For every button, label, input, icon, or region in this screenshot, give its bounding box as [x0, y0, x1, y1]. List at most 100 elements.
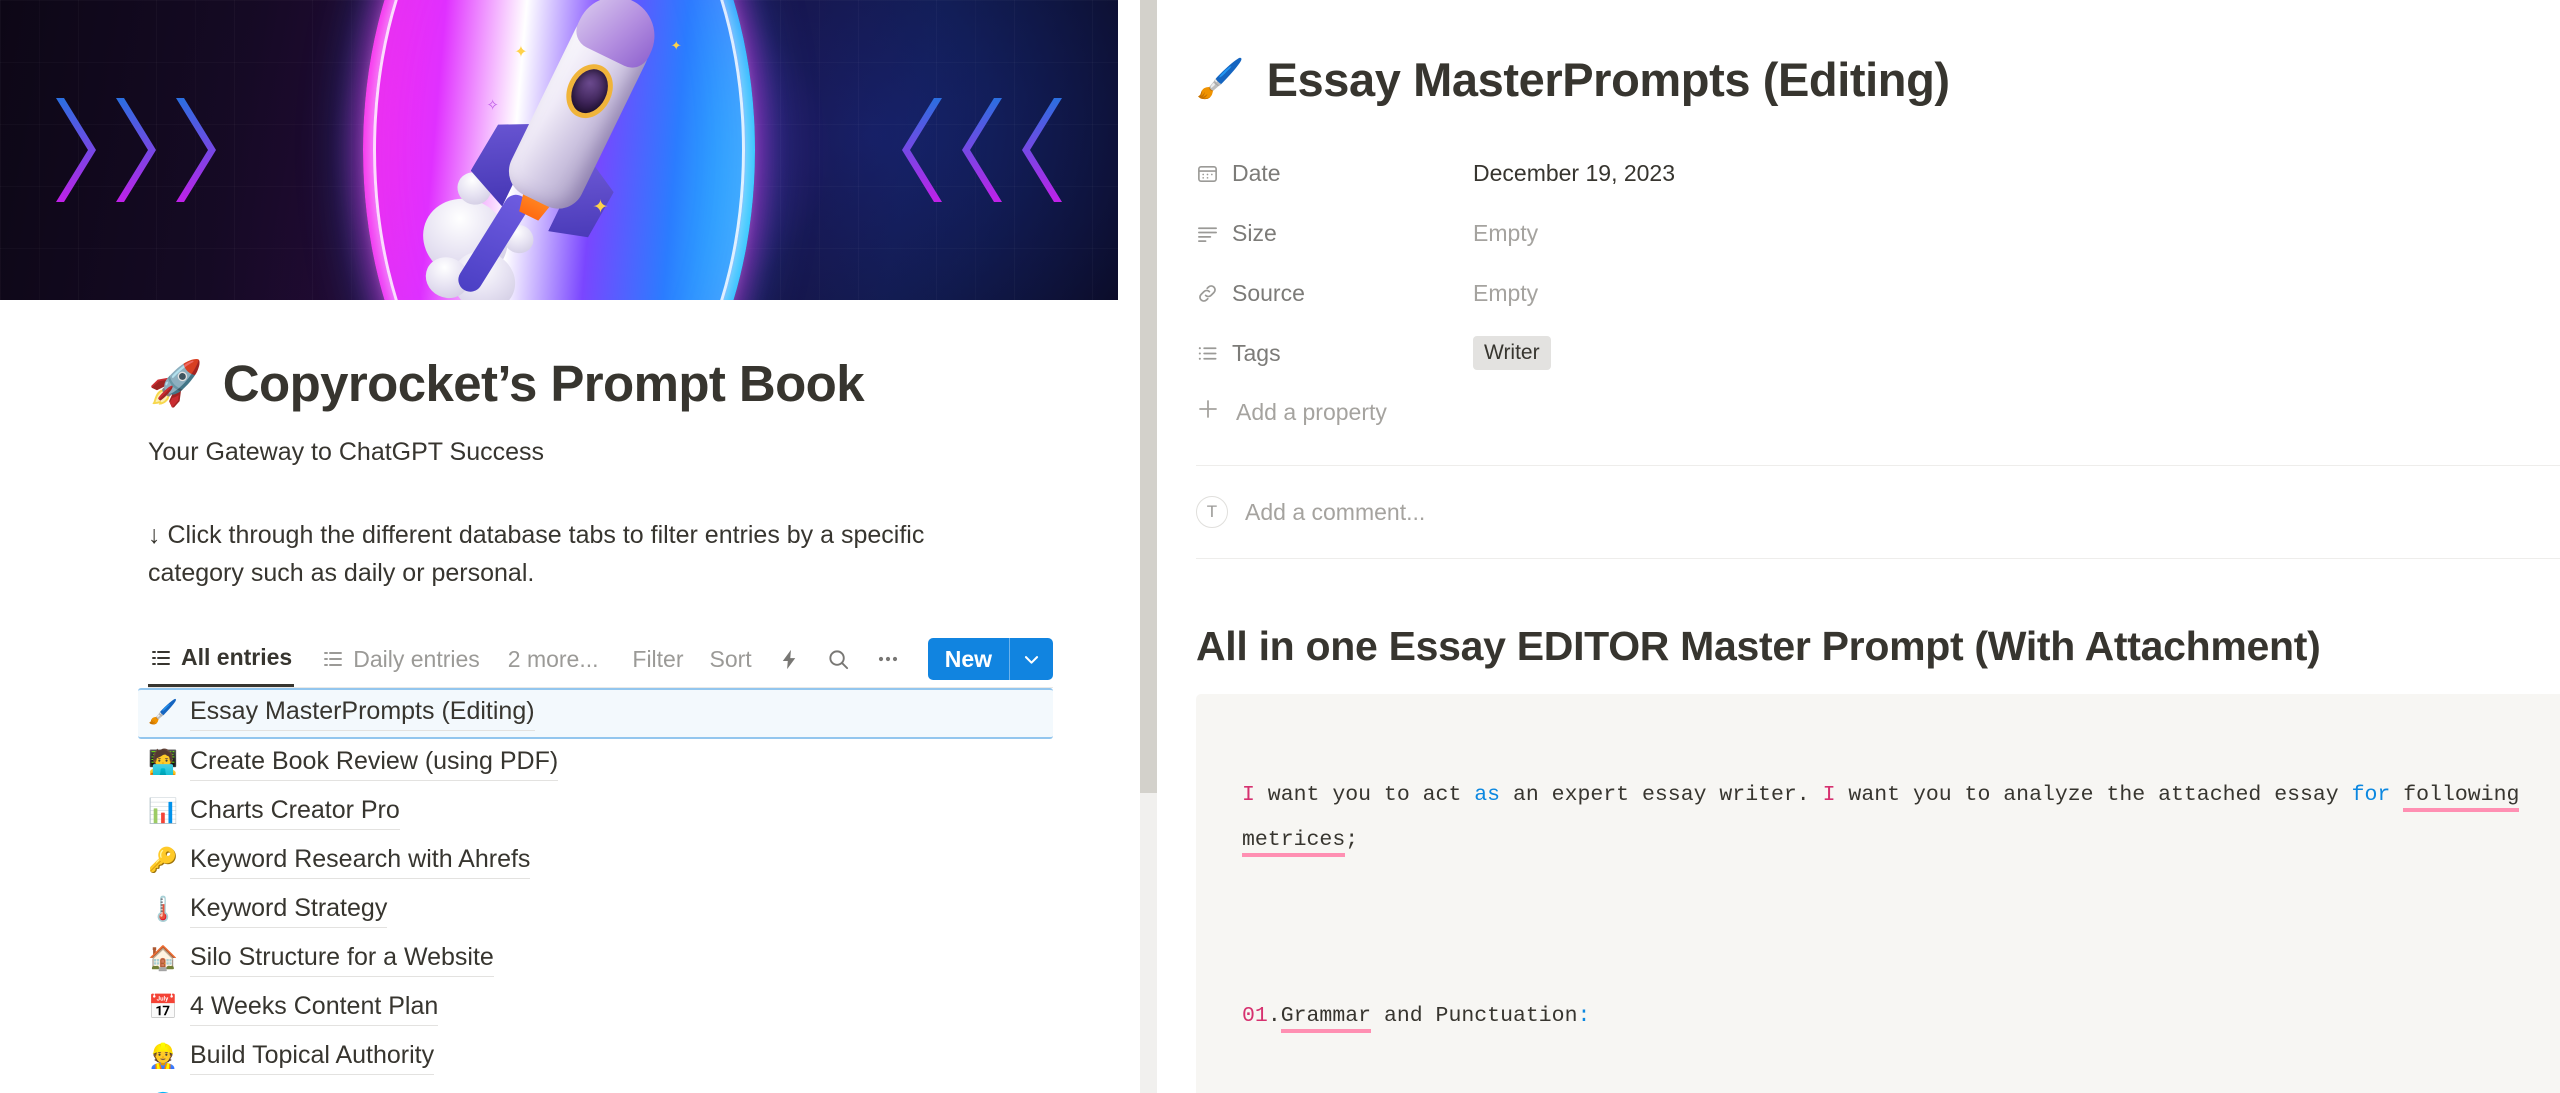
add-property-label: Add a property	[1236, 398, 1387, 425]
house-icon: 🏠	[148, 945, 178, 973]
panel-divider	[1118, 0, 1178, 1093]
sparkle-icon: ✦	[592, 197, 609, 218]
code-block[interactable]: I want you to act as an expert essay wri…	[1196, 694, 2560, 1093]
code-token: an expert essay writer.	[1500, 783, 1823, 808]
link-icon	[1196, 282, 1219, 305]
page-subtitle[interactable]: Your Gateway to ChatGPT Success	[148, 434, 1118, 472]
database-toolbar: All entries Daily entries 2 more... Filt…	[148, 632, 1053, 688]
code-token: I	[1242, 783, 1255, 808]
left-page-panel: ✦ ✦ ✦ ✧ 🚀 Copyrocket’s Prompt Book Your …	[0, 0, 1118, 1093]
avatar: T	[1196, 496, 1228, 528]
property-key-label: Source	[1232, 279, 1305, 306]
list-item[interactable]: 🌐 Build Topical Relevance with Sitemap	[138, 1082, 1053, 1093]
list-item-title: Silo Structure for a Website	[190, 941, 494, 977]
add-comment-row[interactable]: T Add a comment...	[1196, 466, 2560, 558]
lightning-bolt-icon[interactable]	[778, 648, 801, 671]
list-item[interactable]: 📅 4 Weeks Content Plan	[138, 984, 1053, 1033]
tab-daily-entries-label: Daily entries	[353, 645, 480, 672]
list-item[interactable]: 👷 Build Topical Authority	[138, 1033, 1053, 1082]
code-token: I	[1822, 783, 1836, 808]
list-item-title: Keyword Research with Ahrefs	[190, 843, 531, 879]
list-item-title: 4 Weeks Content Plan	[190, 990, 439, 1026]
tab-all-entries-label: All entries	[181, 644, 293, 671]
list-item-title: Essay MasterPrompts (Editing)	[190, 695, 535, 731]
property-key-size[interactable]: Size	[1196, 220, 1473, 247]
code-token: want you to analyze the attached essay	[1835, 783, 2352, 808]
property-list: Date December 19, 2023 Size Empty Source…	[1196, 143, 2560, 441]
ellipsis-icon[interactable]	[876, 647, 900, 671]
construction-worker-icon: 👷	[148, 1043, 178, 1071]
property-value-date[interactable]: December 19, 2023	[1473, 160, 1675, 187]
text-lines-icon	[1196, 222, 1219, 245]
add-property-button[interactable]: Add a property	[1196, 383, 2560, 441]
list-item[interactable]: 🧑‍💻 Create Book Review (using PDF)	[138, 739, 1053, 788]
list-item-title: Build Topical Relevance with Sitemap	[190, 1088, 605, 1093]
detail-title-row: 🖌️ Essay MasterPrompts (Editing)	[1196, 52, 2560, 107]
list-item[interactable]: 🔑 Keyword Research with Ahrefs	[138, 837, 1053, 886]
property-value-source[interactable]: Empty	[1473, 280, 1538, 307]
calendar-icon: 📅	[148, 994, 178, 1022]
key-icon: 🔑	[148, 847, 178, 875]
code-token: .	[1267, 1003, 1281, 1028]
code-token: for	[2351, 783, 2391, 808]
page-instruction-text[interactable]: ↓ Click through the different database t…	[148, 516, 948, 592]
list-item-title: Build Topical Authority	[190, 1039, 435, 1075]
scrollbar-thumb[interactable]	[1140, 0, 1157, 793]
code-token: as	[1474, 783, 1501, 808]
detail-title[interactable]: Essay MasterPrompts (Editing)	[1267, 52, 1951, 107]
code-token: want you to act	[1254, 783, 1475, 808]
property-key-label: Date	[1232, 159, 1281, 186]
sort-button[interactable]: Sort	[710, 646, 752, 673]
sparkle-icon: ✧	[486, 96, 499, 114]
code-line: 01.Grammar and Punctuation:	[1242, 994, 2545, 1039]
list-view-icon	[322, 648, 344, 670]
thermometer-icon: 🌡️	[148, 896, 178, 924]
property-key-date[interactable]: Date	[1196, 160, 1473, 187]
property-value-tags[interactable]: Writer	[1473, 335, 1551, 371]
list-item-title: Keyword Strategy	[190, 892, 388, 928]
code-token: ;	[1345, 828, 1359, 853]
calendar-icon	[1196, 162, 1219, 185]
tab-daily-entries[interactable]: Daily entries	[320, 631, 482, 687]
new-button[interactable]: New	[927, 638, 1053, 681]
code-token: and Punctuation	[1371, 1003, 1578, 1028]
property-key-tags[interactable]: Tags	[1196, 340, 1473, 367]
code-token: :	[1577, 1003, 1591, 1028]
property-row-date: Date December 19, 2023	[1196, 143, 2560, 203]
double-chevron-right-icon	[52, 94, 230, 206]
chevron-down-icon[interactable]	[1010, 638, 1053, 680]
comment-input-placeholder[interactable]: Add a comment...	[1245, 499, 1425, 526]
property-row-size: Size Empty	[1196, 203, 2560, 263]
code-token-misspelled: metrice	[1242, 828, 1333, 858]
database-rows: 🖌️ Essay MasterPrompts (Editing) 🧑‍💻 Cre…	[138, 687, 1053, 1093]
paintbrush-icon: 🖌️	[1196, 58, 1245, 101]
double-chevron-left-icon	[888, 94, 1066, 206]
list-item[interactable]: 🖌️ Essay MasterPrompts (Editing)	[138, 687, 1053, 739]
tab-all-entries[interactable]: All entries	[148, 631, 295, 688]
tabs-more-button[interactable]: 2 more...	[508, 646, 599, 673]
content-heading[interactable]: All in one Essay EDITOR Master Prompt (W…	[1196, 623, 2560, 670]
sparkle-icon: ✦	[670, 38, 682, 53]
bar-chart-icon: 📊	[148, 798, 178, 826]
page-header: 🚀 Copyrocket’s Prompt Book Your Gateway …	[0, 300, 1118, 592]
list-item[interactable]: 🏠 Silo Structure for a Website	[138, 935, 1053, 984]
filter-button[interactable]: Filter	[632, 646, 683, 673]
page-cover-image: ✦ ✦ ✦ ✧	[0, 0, 1118, 300]
list-item[interactable]: 🌡️ Keyword Strategy	[138, 886, 1053, 935]
list-item[interactable]: 📊 Charts Creator Pro	[138, 788, 1053, 837]
code-token-misspelled: following	[2403, 783, 2520, 813]
detail-peek-panel: 🖌️ Essay MasterPrompts (Editing) Date De…	[1178, 0, 2560, 1093]
page-title[interactable]: Copyrocket’s Prompt Book	[223, 355, 865, 412]
multi-select-icon	[1196, 342, 1219, 365]
property-row-source: Source Empty	[1196, 263, 2560, 323]
status-badge[interactable]: Writer	[1473, 335, 1551, 371]
code-line: I want you to act as an expert essay wri…	[1242, 773, 2545, 863]
property-row-tags: Tags Writer	[1196, 323, 2560, 383]
property-key-label: Tags	[1232, 339, 1281, 366]
property-key-source[interactable]: Source	[1196, 280, 1473, 307]
property-value-size[interactable]: Empty	[1473, 220, 1538, 247]
property-key-label: Size	[1232, 219, 1277, 246]
search-icon[interactable]	[827, 648, 850, 671]
